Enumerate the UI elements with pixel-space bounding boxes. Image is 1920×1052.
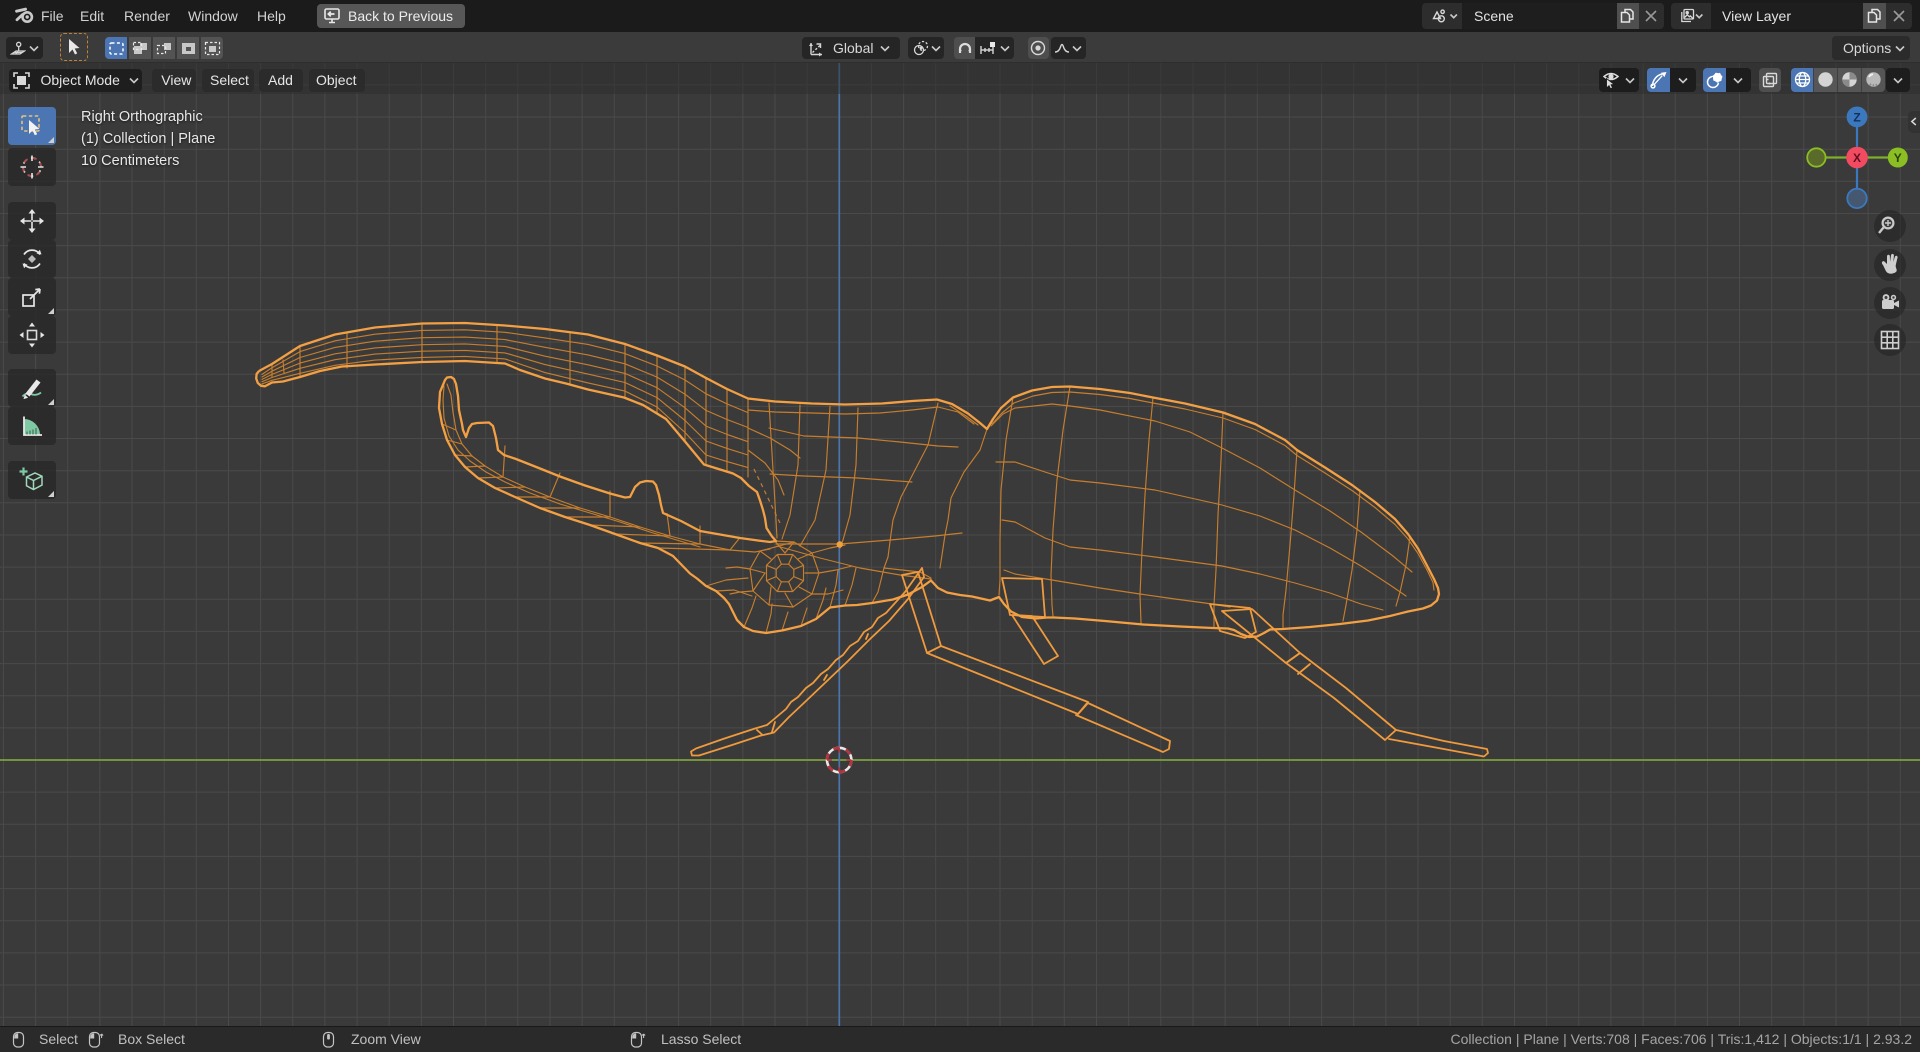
svg-text:Z: Z [1853,110,1860,124]
svg-text:X: X [1853,151,1861,165]
svg-text:Y: Y [1894,151,1902,165]
